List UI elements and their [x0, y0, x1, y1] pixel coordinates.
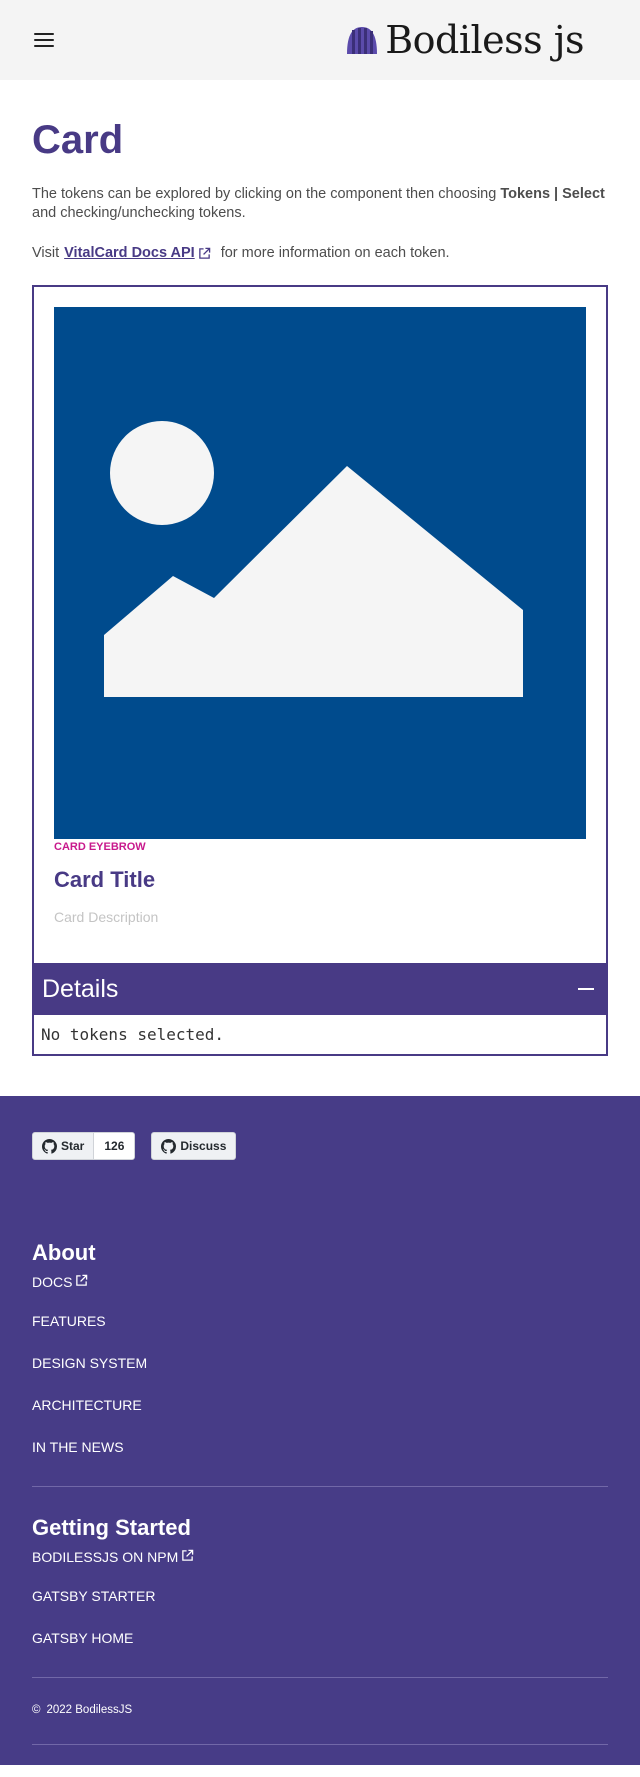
footer-link-design-system[interactable]: DESIGN SYSTEM [32, 1342, 608, 1384]
footer-bottom-rule [32, 1744, 608, 1745]
details-body: No tokens selected. [41, 1025, 225, 1044]
github-star-button[interactable]: Star 126 [32, 1132, 136, 1160]
brand-logo-link[interactable]: Bodiless js [345, 18, 584, 62]
site-header: Bodiless js [0, 0, 640, 80]
visit-line: Visit VitalCard Docs API for more inform… [32, 245, 608, 261]
footer-about: About DOCS FEATURES DESIGN SYSTEM ARCHIT… [32, 1240, 608, 1487]
copyright-text: 2022 BodilessJS [46, 1704, 133, 1716]
external-link-icon [198, 247, 210, 259]
github-icon [161, 1138, 177, 1154]
card-title: Card Title [54, 867, 156, 892]
page-title: Card [32, 118, 124, 162]
footer-link-architecture[interactable]: ARCHITECTURE [32, 1384, 608, 1426]
footer-getting-started: Getting Started BODILESSJS ON NPM GATSBY… [32, 1515, 608, 1678]
intro-paragraph: The tokens can be explored by clicking o… [32, 185, 608, 223]
beanie-logo-icon [347, 27, 378, 54]
vital-card[interactable]: CARD EYEBROW Card Title Card Description [34, 287, 606, 963]
intro-text-2: and checking/unchecking tokens. [32, 205, 246, 221]
footer-link-npm[interactable]: BODILESSJS ON NPM [32, 1549, 608, 1575]
details-toggle[interactable]: Details [34, 963, 606, 1015]
copyright: © 2022 BodilessJS [32, 1704, 608, 1716]
github-star-count[interactable]: 126 [93, 1133, 135, 1159]
visit-suffix: for more information on each token. [220, 245, 450, 261]
footer-link-gatsby-starter[interactable]: GATSBY STARTER [32, 1575, 608, 1617]
intro-text: The tokens can be explored by clicking o… [32, 186, 501, 202]
footer-link-docs-label: DOCS [32, 1274, 73, 1290]
card-eyebrow: CARD EYEBROW [54, 841, 146, 853]
external-link-icon [76, 1274, 88, 1286]
hamburger-menu-icon[interactable] [32, 30, 56, 50]
main-content: Card The tokens can be explored by click… [0, 80, 640, 1096]
about-heading: About [32, 1240, 96, 1265]
card-description: Card Description [54, 909, 159, 925]
github-buttons: Star 126 Discuss [32, 1132, 608, 1160]
visit-prefix: Visit [32, 245, 60, 261]
copyright-icon: © [32, 1704, 41, 1716]
details-title: Details [42, 974, 119, 1003]
image-placeholder-icon [54, 307, 586, 839]
github-icon [42, 1138, 57, 1154]
github-discuss-part[interactable]: Discuss [152, 1133, 235, 1159]
footer-divider [32, 1677, 608, 1678]
getting-started-links: BODILESSJS ON NPM GATSBY STARTER GATSBY … [32, 1549, 608, 1659]
vitalcard-docs-link[interactable]: VitalCard Docs API [64, 245, 195, 261]
card-demo-box: CARD EYEBROW Card Title Card Description… [32, 285, 608, 1056]
about-links: DOCS FEATURES DESIGN SYSTEM ARCHITECTURE… [32, 1274, 608, 1468]
external-link-icon [182, 1549, 194, 1561]
github-star-part[interactable]: Star [33, 1133, 93, 1159]
brand-name: Bodiless js [385, 18, 584, 62]
footer-link-in-the-news[interactable]: IN THE NEWS [32, 1426, 608, 1468]
footer-link-npm-label: BODILESSJS ON NPM [32, 1549, 179, 1565]
github-discuss-label: Discuss [180, 1139, 227, 1153]
site-footer: Star 126 Discuss About DOCS FEATURES DES… [0, 1096, 640, 1765]
github-discuss-button[interactable]: Discuss [151, 1132, 237, 1160]
github-star-label: Star [61, 1139, 85, 1153]
footer-link-gatsby-home[interactable]: GATSBY HOME [32, 1617, 608, 1659]
footer-link-features[interactable]: FEATURES [32, 1300, 608, 1342]
footer-link-docs[interactable]: DOCS [32, 1274, 608, 1300]
intro-bold: Tokens | Select [500, 186, 605, 202]
footer-divider [32, 1486, 608, 1487]
getting-started-heading: Getting Started [32, 1515, 191, 1540]
minus-icon [578, 988, 594, 990]
